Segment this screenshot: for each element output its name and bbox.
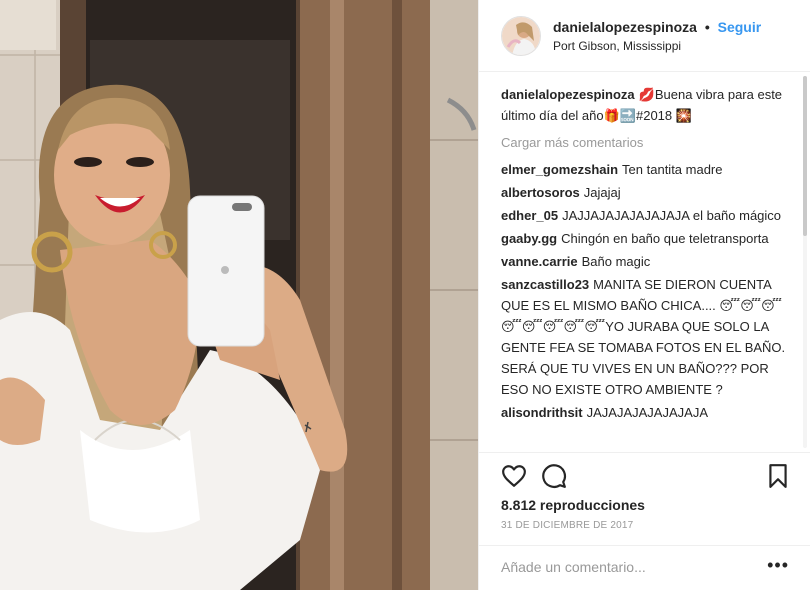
add-comment-bar: •••	[479, 545, 810, 590]
comment-item: gaaby.gg Chingón en baño que teletranspor…	[501, 228, 793, 249]
selfie-photo	[0, 0, 478, 590]
more-options-icon[interactable]: •••	[767, 556, 789, 574]
comment-item: sanzcastillo23 MANITA SE DIERON CUENTA QU…	[501, 274, 793, 400]
avatar[interactable]	[501, 15, 541, 56]
bookmark-icon[interactable]	[765, 463, 791, 489]
follow-button[interactable]: Seguir	[718, 19, 762, 35]
comment-username[interactable]: edher_05	[501, 208, 558, 223]
comment-item: edher_05 JAJJAJAJAJAJAJAJA el baño mágico	[501, 205, 793, 226]
comment-username[interactable]: elmer_gomezshain	[501, 162, 618, 177]
comment-text: MANITA SE DIERON CUENTA QUE ES EL MISMO …	[501, 277, 786, 397]
comment-item: elmer_gomezshain Ten tantita madre	[501, 159, 793, 180]
post-caption: danielalopezespinoza 💋Buena vibra para es…	[501, 84, 793, 126]
post-sidebar: danielalopezespinoza • Seguir Port Gibso…	[478, 0, 810, 590]
comment-item: alisondrithsit JAJAJAJAJAJAJAJA	[501, 402, 793, 423]
location-link[interactable]: Port Gibson, Mississippi	[553, 39, 761, 53]
caption-username[interactable]: danielalopezespinoza	[501, 87, 635, 102]
comment-text: Jajajaj	[583, 185, 621, 200]
post-date: 31 DE DICIEMBRE DE 2017	[501, 520, 634, 531]
comment-text: Chingón en baño que teletransporta	[561, 231, 769, 246]
header-line: danielalopezespinoza • Seguir	[553, 19, 761, 35]
load-more-comments-button[interactable]: Cargar más comentarios	[501, 132, 793, 153]
comment-text: JAJAJAJAJAJAJAJA	[586, 405, 708, 420]
add-comment-input[interactable]	[501, 559, 761, 575]
header-text: danielalopezespinoza • Seguir Port Gibso…	[553, 19, 761, 53]
comments-list[interactable]: danielalopezespinoza 💋Buena vibra para es…	[501, 84, 793, 450]
comment-username[interactable]: albertosoros	[501, 185, 580, 200]
comment-text: Baño magic	[581, 254, 651, 269]
comment-username[interactable]: alisondrithsit	[501, 405, 583, 420]
heart-icon[interactable]	[501, 463, 527, 489]
comment-bubble-icon[interactable]	[541, 463, 567, 489]
header-username[interactable]: danielalopezespinoza	[553, 19, 697, 35]
comments-scrollbar[interactable]	[803, 76, 807, 448]
view-count[interactable]: 8.812 reproducciones	[501, 497, 645, 513]
comment-item: vanne.carrie Baño magic	[501, 251, 793, 272]
header-separator: •	[704, 18, 710, 35]
comment-username[interactable]: vanne.carrie	[501, 254, 578, 269]
post-media[interactable]	[0, 0, 478, 590]
comment-text: Ten tantita madre	[622, 162, 723, 177]
comment-text: JAJJAJAJAJAJAJAJA el baño mágico	[562, 208, 782, 223]
comment-username[interactable]: gaaby.gg	[501, 231, 557, 246]
post-header: danielalopezespinoza • Seguir Port Gibso…	[479, 0, 810, 72]
comment-username[interactable]: sanzcastillo23	[501, 277, 589, 292]
scrollbar-thumb[interactable]	[803, 76, 807, 236]
action-bar	[479, 452, 810, 494]
avatar-image	[502, 16, 540, 55]
comment-item: albertosoros Jajajaj	[501, 182, 793, 203]
